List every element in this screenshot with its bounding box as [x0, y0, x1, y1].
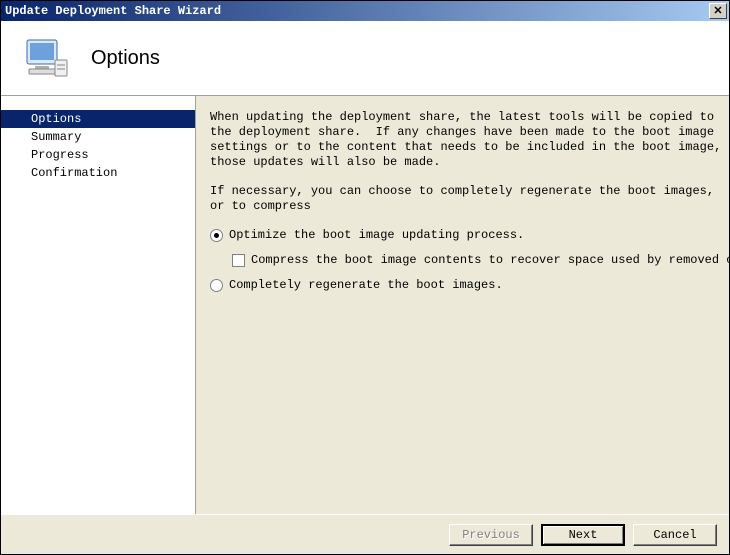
close-button[interactable]: ✕ — [709, 3, 727, 19]
window-title: Update Deployment Share Wizard — [5, 4, 709, 18]
checkbox-compress[interactable] — [232, 254, 245, 267]
computer-icon — [21, 34, 69, 82]
wizard-footer: Previous Next Cancel — [1, 514, 729, 554]
cancel-button[interactable]: Cancel — [633, 524, 717, 546]
step-summary[interactable]: Summary — [1, 128, 195, 146]
page-title: Options — [91, 47, 160, 70]
wizard-header: Options — [1, 21, 729, 96]
step-progress[interactable]: Progress — [1, 146, 195, 164]
intro-text-1: When updating the deployment share, the … — [210, 110, 729, 170]
intro-text-2: If necessary, you can choose to complete… — [210, 184, 729, 214]
step-confirmation[interactable]: Confirmation — [1, 164, 195, 182]
next-button[interactable]: Next — [541, 524, 625, 546]
checkbox-compress-label: Compress the boot image contents to reco… — [251, 253, 729, 268]
wizard-content: When updating the deployment share, the … — [196, 96, 729, 514]
option-regenerate-row[interactable]: Completely regenerate the boot images. — [210, 278, 729, 293]
radio-optimize[interactable] — [210, 229, 223, 242]
wizard-steps-sidebar: Options Summary Progress Confirmation — [1, 96, 196, 514]
titlebar: Update Deployment Share Wizard ✕ — [1, 1, 729, 21]
radio-optimize-label: Optimize the boot image updating process… — [229, 228, 524, 243]
option-compress-row[interactable]: Compress the boot image contents to reco… — [232, 253, 729, 268]
previous-button: Previous — [449, 524, 533, 546]
radio-regenerate[interactable] — [210, 279, 223, 292]
option-optimize-row[interactable]: Optimize the boot image updating process… — [210, 228, 729, 243]
radio-regenerate-label: Completely regenerate the boot images. — [229, 278, 503, 293]
step-options[interactable]: Options — [1, 110, 195, 128]
